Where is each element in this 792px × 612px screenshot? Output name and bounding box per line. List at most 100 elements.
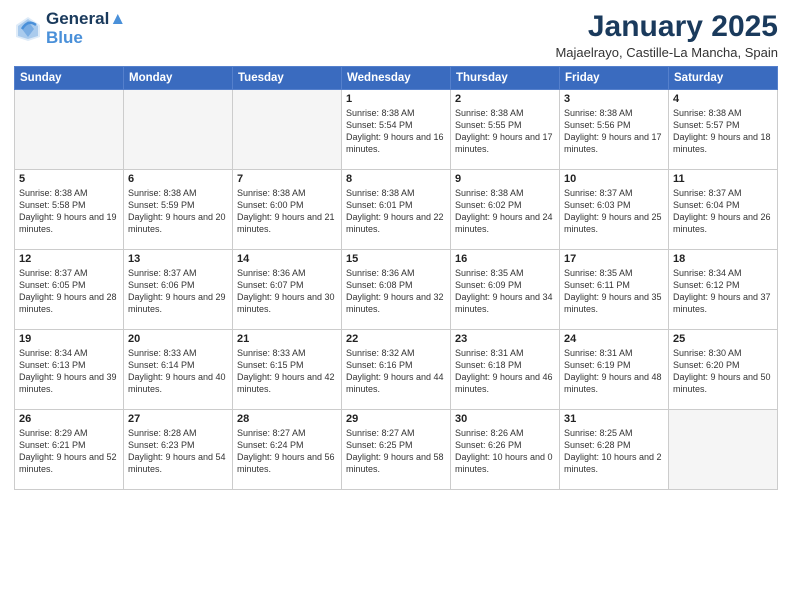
calendar-day-cell: 20Sunrise: 8:33 AM Sunset: 6:14 PM Dayli…	[124, 330, 233, 410]
day-number: 8	[346, 173, 446, 185]
day-number: 31	[564, 413, 664, 425]
day-number: 18	[673, 253, 773, 265]
day-info: Sunrise: 8:33 AM Sunset: 6:14 PM Dayligh…	[128, 347, 228, 396]
day-number: 24	[564, 333, 664, 345]
calendar-week-row: 5 Sunrise: 8:38 AM Sunset: 5:58 PM Daylig…	[15, 170, 778, 250]
day-info: Sunrise: 8:38 AM Sunset: 5:56 PM Dayligh…	[564, 107, 664, 156]
weekday-header-cell: Monday	[124, 67, 233, 90]
day-number: 13	[128, 253, 228, 265]
calendar-day-cell: 22Sunrise: 8:32 AM Sunset: 6:16 PM Dayli…	[342, 330, 451, 410]
calendar-day-cell: 30 Sunrise: 8:26 AM Sunset: 6:26 PM Dayli…	[451, 410, 560, 490]
calendar-day-cell: 16Sunrise: 8:35 AM Sunset: 6:09 PM Dayli…	[451, 250, 560, 330]
day-info: Sunrise: 8:27 AM Sunset: 6:25 PM Dayligh…	[346, 427, 446, 476]
day-number: 30	[455, 413, 555, 425]
calendar-week-row: 12Sunrise: 8:37 AM Sunset: 6:05 PM Dayli…	[15, 250, 778, 330]
day-number: 3	[564, 93, 664, 105]
calendar-day-cell: 18 Sunrise: 8:34 AM Sunset: 6:12 PM Dayli…	[669, 250, 778, 330]
logo-icon	[14, 15, 42, 43]
calendar-day-cell: 2 Sunrise: 8:38 AM Sunset: 5:55 PM Daylig…	[451, 90, 560, 170]
calendar-day-cell: 7 Sunrise: 8:38 AM Sunset: 6:00 PM Daylig…	[233, 170, 342, 250]
day-info: Sunrise: 8:37 AM Sunset: 6:04 PM Dayligh…	[673, 187, 773, 236]
day-number: 7	[237, 173, 337, 185]
day-info: Sunrise: 8:35 AM Sunset: 6:11 PM Dayligh…	[564, 267, 664, 316]
calendar-body: 1 Sunrise: 8:38 AM Sunset: 5:54 PM Daylig…	[15, 90, 778, 490]
day-info: Sunrise: 8:38 AM Sunset: 6:01 PM Dayligh…	[346, 187, 446, 236]
calendar-day-cell: 27 Sunrise: 8:28 AM Sunset: 6:23 PM Dayli…	[124, 410, 233, 490]
calendar-day-cell: 9Sunrise: 8:38 AM Sunset: 6:02 PM Daylig…	[451, 170, 560, 250]
day-number: 9	[455, 173, 555, 185]
day-info: Sunrise: 8:25 AM Sunset: 6:28 PM Dayligh…	[564, 427, 664, 476]
day-info: Sunrise: 8:38 AM Sunset: 5:55 PM Dayligh…	[455, 107, 555, 156]
logo-text: General▲ Blue	[46, 10, 126, 47]
day-number: 15	[346, 253, 446, 265]
day-number: 21	[237, 333, 337, 345]
weekday-header: SundayMondayTuesdayWednesdayThursdayFrid…	[15, 67, 778, 90]
calendar-day-cell: 23 Sunrise: 8:31 AM Sunset: 6:18 PM Dayli…	[451, 330, 560, 410]
day-number: 6	[128, 173, 228, 185]
day-info: Sunrise: 8:27 AM Sunset: 6:24 PM Dayligh…	[237, 427, 337, 476]
day-info: Sunrise: 8:38 AM Sunset: 5:57 PM Dayligh…	[673, 107, 773, 156]
day-info: Sunrise: 8:38 AM Sunset: 5:54 PM Dayligh…	[346, 107, 446, 156]
day-info: Sunrise: 8:28 AM Sunset: 6:23 PM Dayligh…	[128, 427, 228, 476]
day-number: 10	[564, 173, 664, 185]
day-number: 5	[19, 173, 119, 185]
calendar-day-cell: 4 Sunrise: 8:38 AM Sunset: 5:57 PM Daylig…	[669, 90, 778, 170]
month-title: January 2025	[555, 10, 778, 43]
calendar-day-cell: 15 Sunrise: 8:36 AM Sunset: 6:08 PM Dayli…	[342, 250, 451, 330]
day-info: Sunrise: 8:37 AM Sunset: 6:03 PM Dayligh…	[564, 187, 664, 236]
day-number: 4	[673, 93, 773, 105]
logo: General▲ Blue	[14, 10, 126, 47]
weekday-header-cell: Thursday	[451, 67, 560, 90]
calendar-week-row: 1 Sunrise: 8:38 AM Sunset: 5:54 PM Daylig…	[15, 90, 778, 170]
day-number: 1	[346, 93, 446, 105]
day-number: 25	[673, 333, 773, 345]
weekday-header-cell: Friday	[560, 67, 669, 90]
day-info: Sunrise: 8:26 AM Sunset: 6:26 PM Dayligh…	[455, 427, 555, 476]
day-number: 11	[673, 173, 773, 185]
day-number: 23	[455, 333, 555, 345]
calendar-day-cell: 26Sunrise: 8:29 AM Sunset: 6:21 PM Dayli…	[15, 410, 124, 490]
calendar-day-cell: 3 Sunrise: 8:38 AM Sunset: 5:56 PM Daylig…	[560, 90, 669, 170]
day-number: 22	[346, 333, 446, 345]
weekday-header-cell: Sunday	[15, 67, 124, 90]
calendar-day-cell: 1 Sunrise: 8:38 AM Sunset: 5:54 PM Daylig…	[342, 90, 451, 170]
day-info: Sunrise: 8:36 AM Sunset: 6:08 PM Dayligh…	[346, 267, 446, 316]
calendar-day-cell	[669, 410, 778, 490]
calendar-day-cell	[124, 90, 233, 170]
day-number: 2	[455, 93, 555, 105]
calendar-day-cell: 8 Sunrise: 8:38 AM Sunset: 6:01 PM Daylig…	[342, 170, 451, 250]
calendar-day-cell: 29 Sunrise: 8:27 AM Sunset: 6:25 PM Dayli…	[342, 410, 451, 490]
calendar-day-cell: 17Sunrise: 8:35 AM Sunset: 6:11 PM Dayli…	[560, 250, 669, 330]
weekday-header-cell: Tuesday	[233, 67, 342, 90]
calendar-day-cell: 11 Sunrise: 8:37 AM Sunset: 6:04 PM Dayli…	[669, 170, 778, 250]
calendar-week-row: 26Sunrise: 8:29 AM Sunset: 6:21 PM Dayli…	[15, 410, 778, 490]
calendar-day-cell: 13 Sunrise: 8:37 AM Sunset: 6:06 PM Dayli…	[124, 250, 233, 330]
calendar-day-cell: 28 Sunrise: 8:27 AM Sunset: 6:24 PM Dayli…	[233, 410, 342, 490]
day-info: Sunrise: 8:37 AM Sunset: 6:05 PM Dayligh…	[19, 267, 119, 316]
day-info: Sunrise: 8:31 AM Sunset: 6:18 PM Dayligh…	[455, 347, 555, 396]
day-info: Sunrise: 8:35 AM Sunset: 6:09 PM Dayligh…	[455, 267, 555, 316]
calendar: SundayMondayTuesdayWednesdayThursdayFrid…	[14, 66, 778, 490]
day-info: Sunrise: 8:38 AM Sunset: 6:00 PM Dayligh…	[237, 187, 337, 236]
page: General▲ Blue January 2025 Majaelrayo, C…	[0, 0, 792, 612]
weekday-header-cell: Wednesday	[342, 67, 451, 90]
day-info: Sunrise: 8:34 AM Sunset: 6:12 PM Dayligh…	[673, 267, 773, 316]
calendar-day-cell: 12Sunrise: 8:37 AM Sunset: 6:05 PM Dayli…	[15, 250, 124, 330]
day-number: 14	[237, 253, 337, 265]
day-info: Sunrise: 8:33 AM Sunset: 6:15 PM Dayligh…	[237, 347, 337, 396]
day-number: 27	[128, 413, 228, 425]
calendar-day-cell: 14 Sunrise: 8:36 AM Sunset: 6:07 PM Dayli…	[233, 250, 342, 330]
calendar-day-cell: 19Sunrise: 8:34 AM Sunset: 6:13 PM Dayli…	[15, 330, 124, 410]
calendar-day-cell: 25Sunrise: 8:30 AM Sunset: 6:20 PM Dayli…	[669, 330, 778, 410]
calendar-day-cell	[15, 90, 124, 170]
calendar-day-cell: 6Sunrise: 8:38 AM Sunset: 5:59 PM Daylig…	[124, 170, 233, 250]
day-number: 28	[237, 413, 337, 425]
day-info: Sunrise: 8:36 AM Sunset: 6:07 PM Dayligh…	[237, 267, 337, 316]
day-number: 29	[346, 413, 446, 425]
header: General▲ Blue January 2025 Majaelrayo, C…	[14, 10, 778, 60]
title-block: January 2025 Majaelrayo, Castille-La Man…	[555, 10, 778, 60]
day-info: Sunrise: 8:38 AM Sunset: 5:58 PM Dayligh…	[19, 187, 119, 236]
day-info: Sunrise: 8:29 AM Sunset: 6:21 PM Dayligh…	[19, 427, 119, 476]
day-info: Sunrise: 8:37 AM Sunset: 6:06 PM Dayligh…	[128, 267, 228, 316]
calendar-day-cell: 5 Sunrise: 8:38 AM Sunset: 5:58 PM Daylig…	[15, 170, 124, 250]
